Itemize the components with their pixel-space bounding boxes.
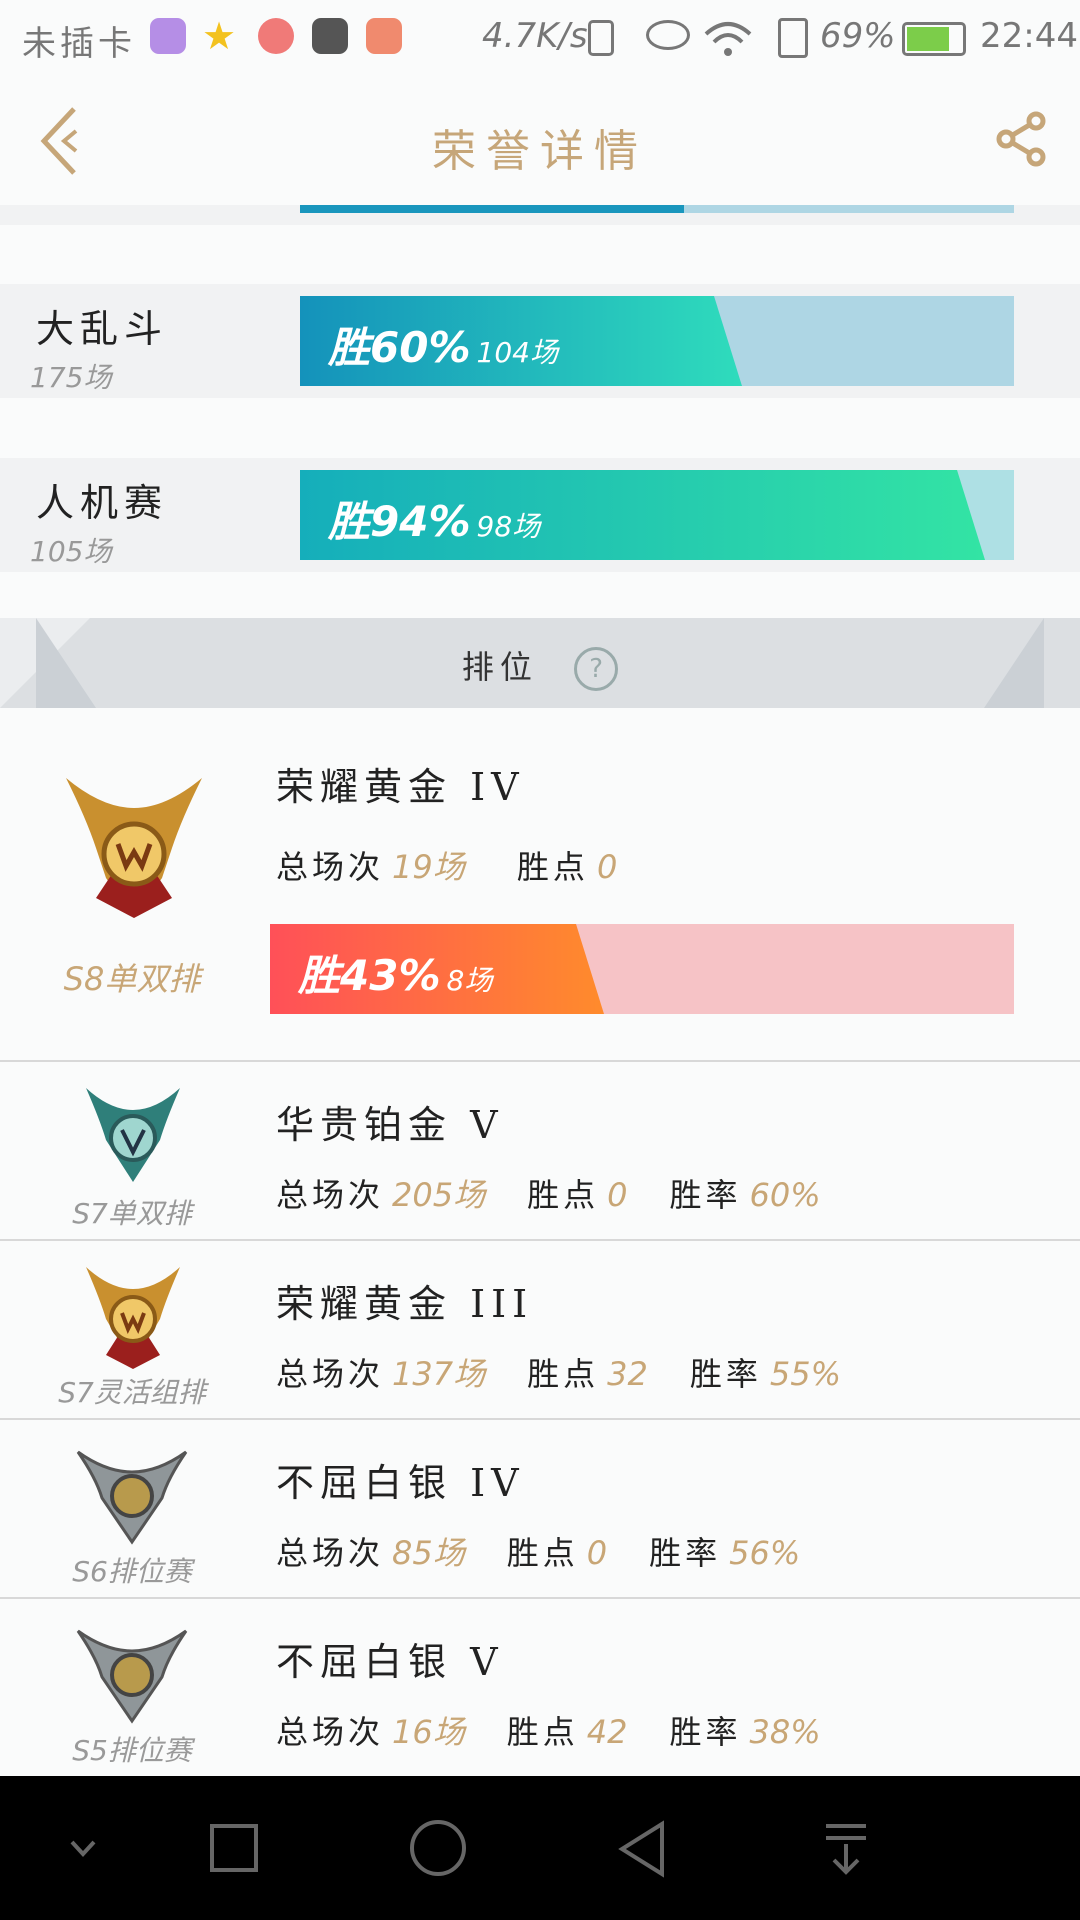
share-icon[interactable] — [996, 111, 1050, 167]
header: 荣誉详情 — [0, 75, 1080, 205]
silver-emblem — [72, 1438, 192, 1552]
rank-stats: 总场次 137场 胜点 32 胜率 55% — [276, 1355, 841, 1393]
battery-percent: 69% — [820, 16, 896, 56]
rank-stats: 总场次 205场 胜点 0 胜率 60% — [276, 1176, 821, 1214]
wifi-icon — [704, 22, 752, 56]
season-label: S6排位赛 — [72, 1555, 192, 1588]
clock: 22:44 — [980, 16, 1078, 56]
season-label: S5排位赛 — [72, 1734, 192, 1767]
star-app-icon: ★ — [202, 14, 237, 58]
pig-app-icon — [258, 18, 294, 54]
sim-icon — [778, 18, 808, 58]
back-triangle-icon[interactable] — [616, 1820, 668, 1878]
divider — [0, 1597, 1080, 1599]
carrier-text: 未插卡 — [22, 24, 136, 64]
tool-app-icon — [366, 18, 402, 54]
rank-stats: 总场次 85场 胜点 0 胜率 56% — [276, 1534, 801, 1572]
winrate-bar: 胜60% 104场 — [300, 296, 1014, 386]
mode-name: 大乱斗 — [36, 307, 169, 351]
partial-bar-track — [300, 205, 1014, 213]
divider — [0, 1418, 1080, 1420]
divider — [0, 1239, 1080, 1241]
winrate-bar: 胜43% 8场 — [270, 924, 1014, 1014]
mode-name: 人机赛 — [36, 481, 169, 525]
gold-emblem — [56, 768, 212, 932]
winrate-bar-label: 胜94% 98场 — [328, 497, 541, 546]
battery-icon — [902, 22, 966, 56]
tier-name: 荣耀黄金 IV — [276, 765, 525, 809]
gallery-app-icon — [150, 18, 186, 54]
ranked-section-header: 排位 ? — [0, 618, 1080, 708]
divider — [0, 1060, 1080, 1062]
mode-count: 175场 — [30, 361, 112, 394]
tier-name: 荣耀黄金 III — [276, 1282, 534, 1326]
game-app-icon — [312, 18, 348, 54]
season-label: S8单双排 — [63, 960, 201, 998]
chevron-down-icon[interactable] — [62, 1830, 104, 1866]
net-speed: 4.7K/s — [482, 16, 588, 56]
rank-stats: 总场次 16场 胜点 42 胜率 38% — [276, 1713, 821, 1751]
eye-icon — [646, 20, 690, 50]
status-bar: 未插卡 ★ 4.7K/s 69% 22:44 — [0, 0, 1080, 75]
tier-name: 不屈白银 V — [276, 1640, 504, 1684]
navigation-bar — [0, 1776, 1080, 1920]
help-icon[interactable]: ? — [574, 647, 619, 691]
home-circle-icon[interactable] — [410, 1820, 466, 1876]
gold-emblem — [78, 1259, 188, 1379]
page-title: 荣誉详情 — [432, 126, 648, 177]
silver-emblem — [72, 1617, 192, 1731]
winrate-bar-label: 胜60% 104场 — [328, 323, 558, 372]
tier-name: 华贵铂金 V — [276, 1103, 504, 1147]
mode-count: 105场 — [30, 535, 112, 568]
platinum-emblem — [78, 1080, 188, 1194]
vibrate-icon — [588, 20, 614, 56]
rank-stats: 总场次 19场 胜点 0 — [276, 848, 618, 886]
tier-name: 不屈白银 IV — [276, 1461, 525, 1505]
ranked-title: 排位 ? — [0, 642, 1080, 691]
season-label: S7灵活组排 — [58, 1376, 206, 1409]
winrate-bar-label: 胜43% 8场 — [298, 951, 493, 1000]
winrate-bar: 胜94% 98场 — [300, 470, 1014, 560]
recents-square-icon[interactable] — [210, 1824, 258, 1872]
download-icon[interactable] — [820, 1820, 872, 1878]
season-label: S7单双排 — [72, 1197, 192, 1230]
